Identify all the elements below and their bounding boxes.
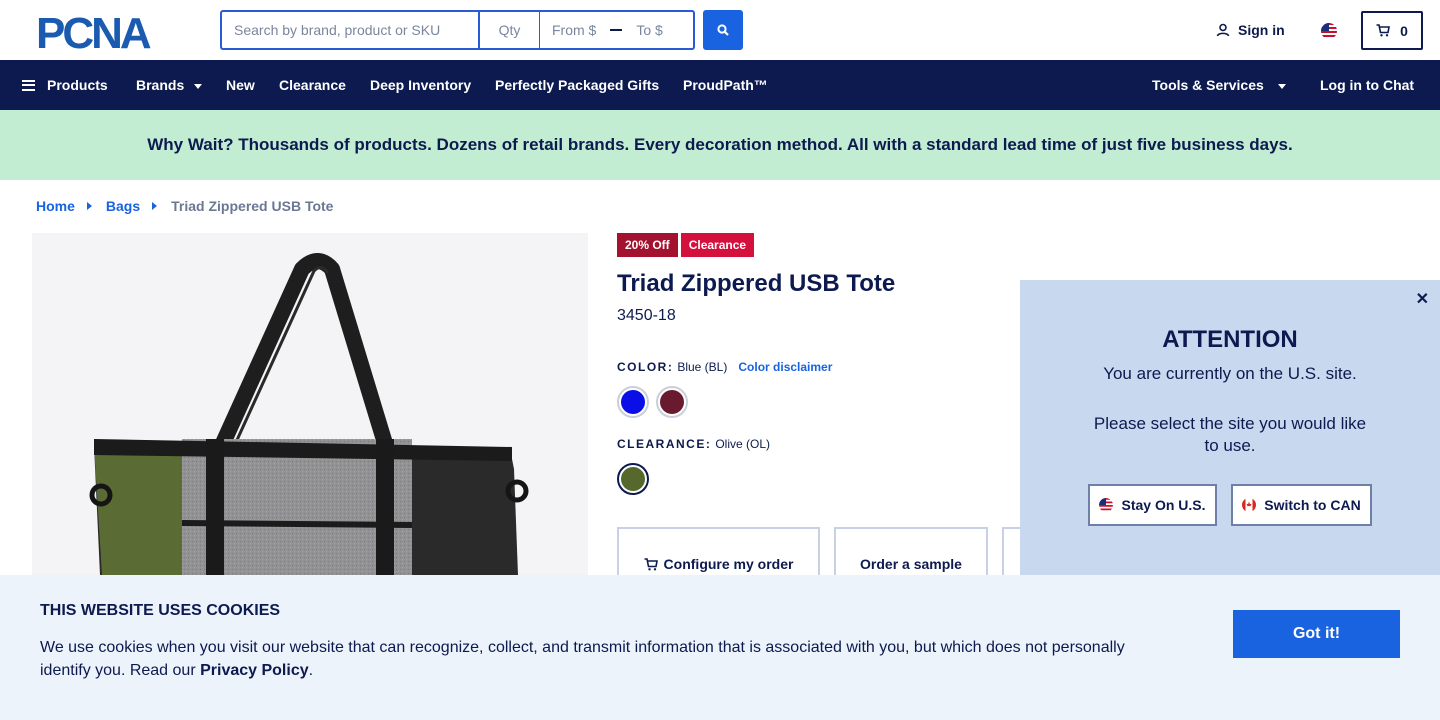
qty-input[interactable]: Qty [478, 10, 540, 50]
site-selector-popup: ✕ ATTENTION You are currently on the U.S… [1020, 280, 1440, 580]
discount-badge: 20% Off [617, 233, 678, 257]
color-label: COLOR: [617, 360, 674, 374]
nav-brands-label: Brands [136, 77, 185, 93]
price-to-input[interactable]: To $ [636, 22, 662, 38]
color-disclaimer-link[interactable]: Color disclaimer [738, 360, 832, 374]
cart-button[interactable]: 0 [1361, 11, 1423, 50]
swatch-dot [660, 390, 684, 414]
breadcrumb-arrow-icon [86, 202, 92, 210]
clearance-badge: Clearance [680, 233, 755, 257]
stay-us-button[interactable]: Stay On U.S. [1088, 484, 1217, 526]
cart-icon [1376, 24, 1391, 37]
switch-can-button[interactable]: Switch to CAN [1231, 484, 1372, 526]
product-image[interactable] [32, 233, 588, 575]
tote-bag-image [89, 253, 529, 575]
nav-deep-inventory[interactable]: Deep Inventory [370, 60, 471, 110]
search-button[interactable] [703, 10, 743, 50]
clearance-value: Olive (OL) [715, 437, 771, 451]
cookie-end: . [308, 662, 314, 679]
range-dash [610, 29, 623, 31]
price-from-input[interactable]: From $ [552, 22, 596, 38]
nav-products-label: Products [47, 77, 108, 93]
privacy-policy-link[interactable]: Privacy Policy [200, 662, 309, 679]
nav-new[interactable]: New [226, 60, 255, 110]
cookie-text: We use cookies when you visit our websit… [40, 636, 1150, 682]
chevron-down-icon [1277, 83, 1286, 89]
color-swatch-blue[interactable] [617, 386, 649, 418]
us-flag-icon[interactable] [1321, 23, 1337, 39]
attention-select-site: Please select the site you would like to… [1093, 414, 1367, 455]
nav-tools-label: Tools & Services [1152, 77, 1264, 93]
color-swatch-olive[interactable] [617, 463, 649, 495]
swatch-dot [621, 467, 645, 491]
breadcrumb-arrow-icon [152, 202, 158, 210]
product-badges: 20% Off Clearance [617, 233, 755, 257]
nav-proudpath[interactable]: ProudPath™ [683, 60, 768, 110]
price-range: From $ To $ [540, 10, 695, 50]
nav-tools-services[interactable]: Tools & Services [1152, 60, 1286, 110]
menu-icon [22, 79, 35, 91]
search-input[interactable]: Search by brand, product or SKU [220, 10, 478, 50]
color-row: COLOR: Blue (BL) Color disclaimer [617, 360, 832, 374]
attention-current-site: You are currently on the U.S. site. [1103, 364, 1357, 383]
nav-clearance[interactable]: Clearance [279, 60, 346, 110]
main-nav: Products Brands New Clearance Deep Inven… [0, 60, 1440, 110]
switch-can-label: Switch to CAN [1264, 497, 1361, 513]
logo-text: PCNA [36, 12, 151, 52]
nav-products[interactable]: Products [22, 60, 108, 110]
top-header: PCNA Search by brand, product or SKU Qty… [0, 0, 1440, 60]
nav-brands[interactable]: Brands [136, 60, 203, 110]
clearance-row: CLEARANCE: Olive (OL) [617, 437, 770, 451]
cookie-banner: THIS WEBSITE USES COOKIES We use cookies… [0, 575, 1440, 720]
nav-perfectly-packaged-gifts[interactable]: Perfectly Packaged Gifts [495, 60, 659, 110]
attention-title: ATTENTION [1162, 326, 1298, 353]
search-group: Search by brand, product or SKU Qty From… [220, 10, 695, 50]
stay-us-label: Stay On U.S. [1121, 497, 1206, 513]
got-it-button[interactable]: Got it! [1233, 610, 1400, 658]
sign-in-label: Sign in [1238, 22, 1285, 38]
pcna-logo[interactable]: PCNA [36, 12, 186, 52]
breadcrumb-home[interactable]: Home [36, 198, 75, 214]
promo-banner: Why Wait? Thousands of products. Dozens … [0, 110, 1440, 180]
cart-icon [644, 558, 658, 571]
chevron-down-icon [194, 83, 203, 89]
breadcrumb: Home Bags Triad Zippered USB Tote [36, 198, 333, 214]
color-value: Blue (BL) [677, 360, 728, 374]
search-icon [717, 24, 729, 36]
order-sample-label: Order a sample [860, 556, 962, 572]
close-icon[interactable]: ✕ [1416, 289, 1429, 309]
configure-order-label: Configure my order [663, 556, 794, 572]
breadcrumb-current: Triad Zippered USB Tote [171, 198, 334, 214]
user-icon [1216, 23, 1230, 37]
nav-chat-login[interactable]: Log in to Chat [1320, 60, 1414, 110]
product-title: Triad Zippered USB Tote [617, 270, 896, 297]
product-sku: 3450-18 [617, 307, 676, 324]
clearance-label: CLEARANCE: [617, 437, 712, 451]
breadcrumb-bags[interactable]: Bags [106, 198, 140, 214]
cart-count: 0 [1400, 22, 1408, 39]
color-swatch-burgundy[interactable] [656, 386, 688, 418]
cookie-title: THIS WEBSITE USES COOKIES [40, 602, 281, 619]
us-flag-icon [1099, 498, 1114, 512]
swatch-dot [621, 390, 645, 414]
sign-in-link[interactable]: Sign in [1216, 22, 1285, 38]
canada-flag-icon [1242, 498, 1257, 512]
